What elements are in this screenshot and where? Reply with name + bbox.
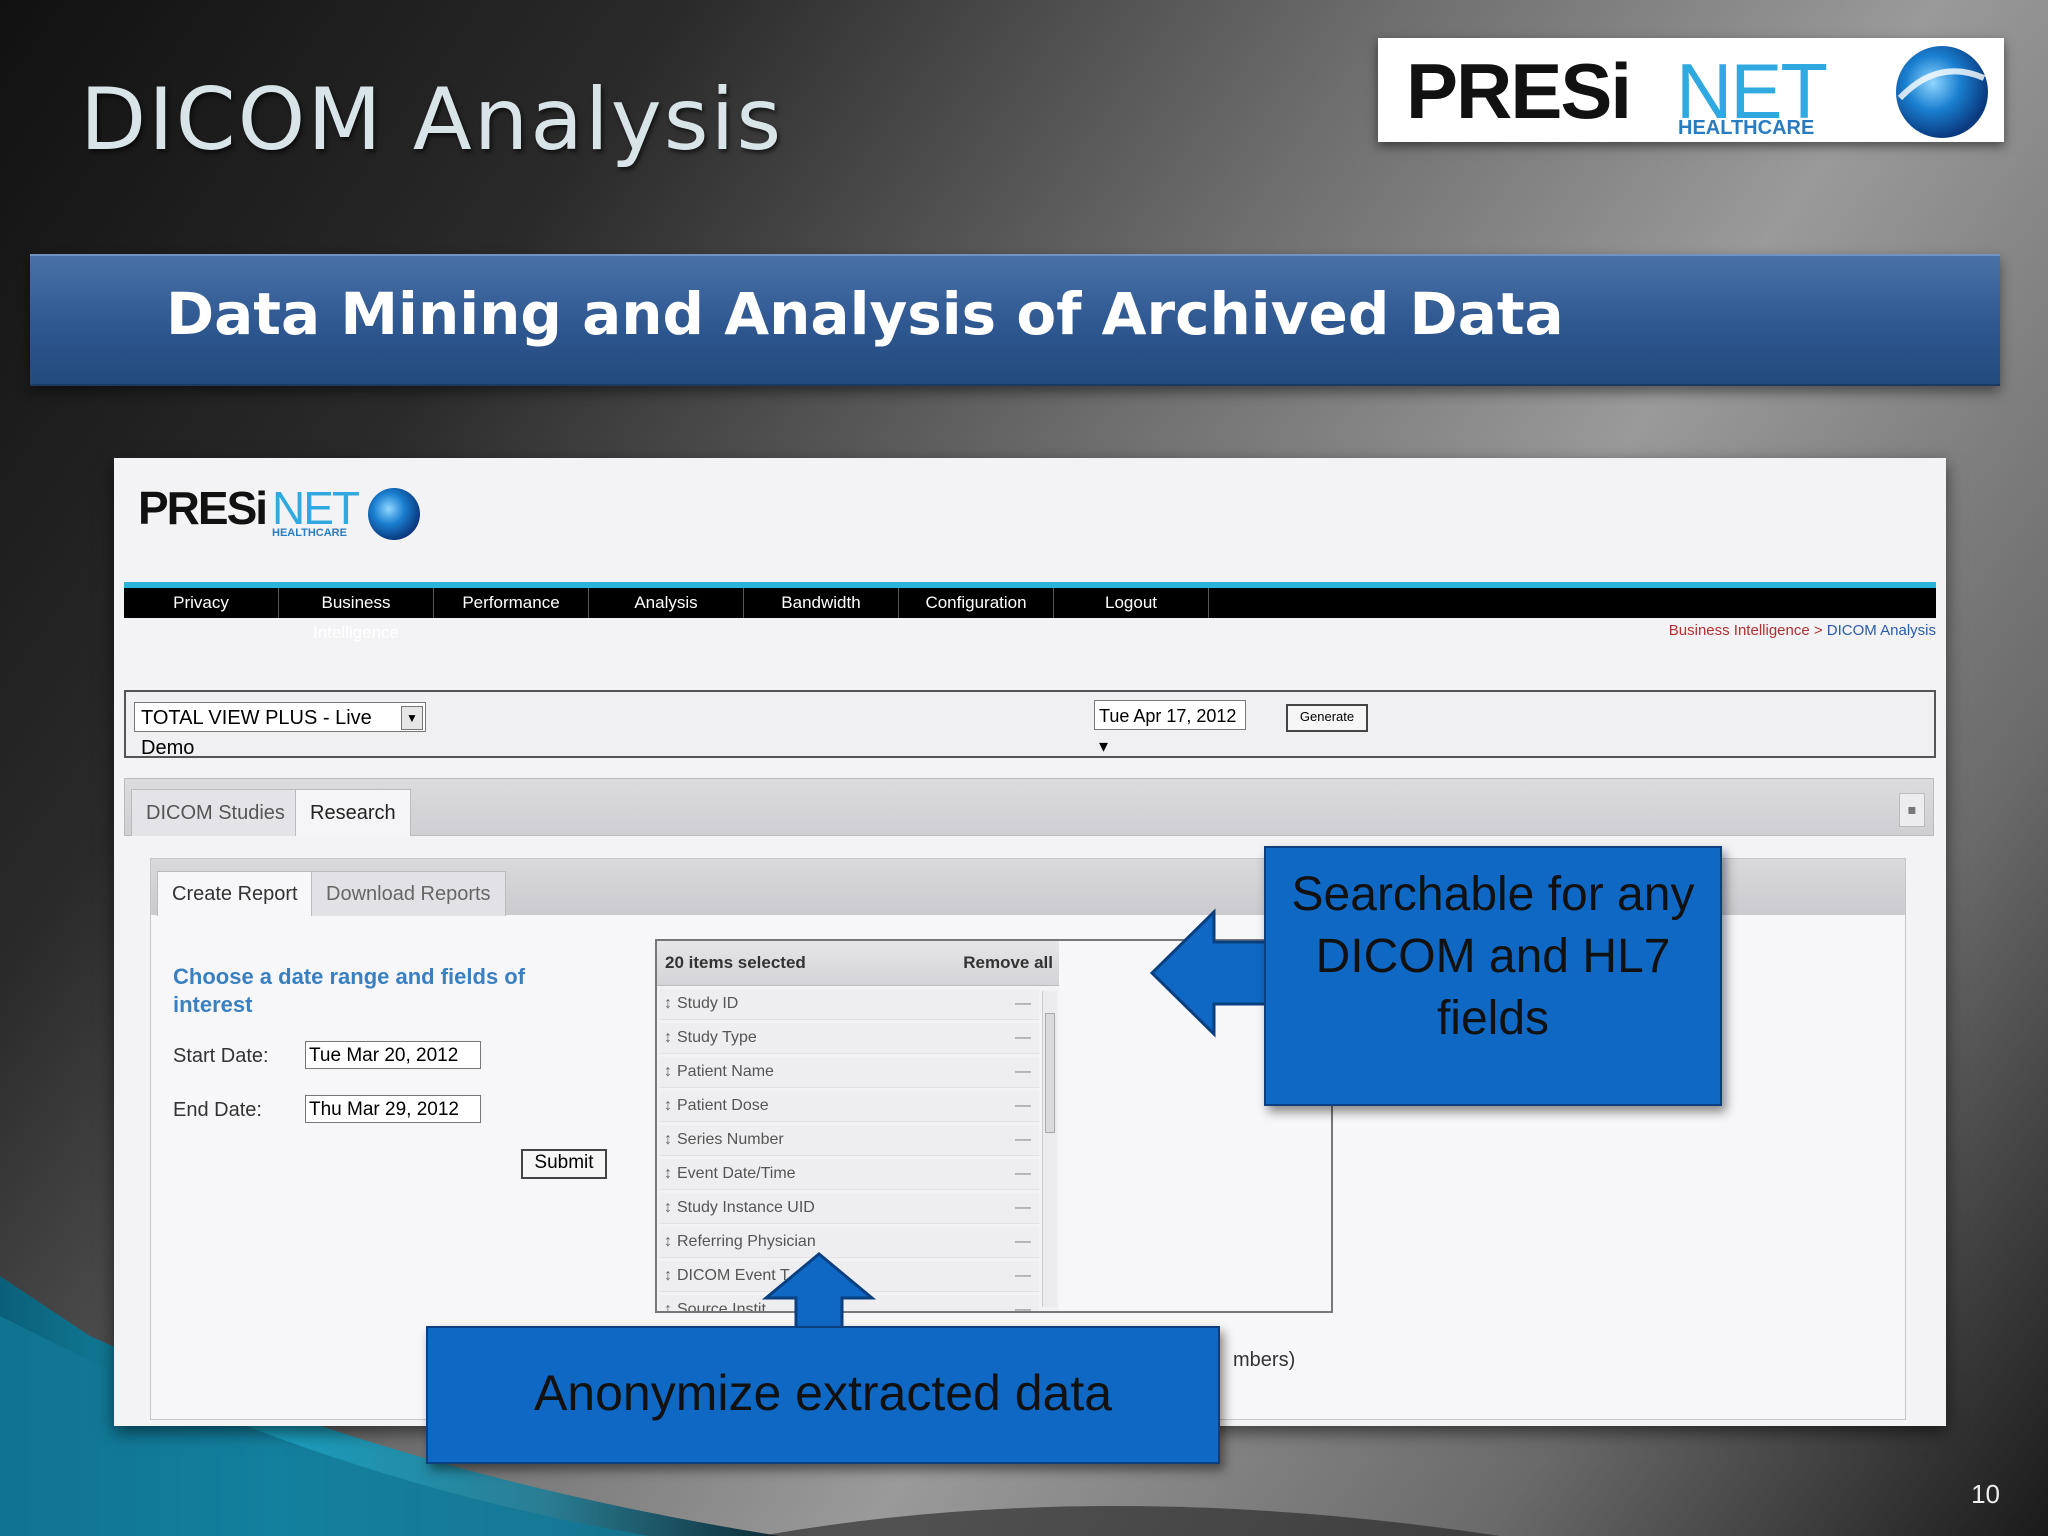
- end-date-input[interactable]: Thu Mar 29, 2012: [305, 1095, 481, 1123]
- list-header: 20 items selected Remove all: [657, 941, 1061, 986]
- callout-searchable: Searchable for any DICOM and HL7 fields: [1264, 846, 1722, 1106]
- list-item[interactable]: ↕ Event Date/Time —: [659, 1159, 1039, 1190]
- remove-item-icon[interactable]: —: [1015, 1261, 1031, 1291]
- list-item[interactable]: ↕ Patient Dose —: [659, 1091, 1039, 1122]
- start-date-label: Start Date:: [173, 1045, 269, 1067]
- end-date-label: End Date:: [173, 1099, 262, 1121]
- tab-research[interactable]: Research: [295, 789, 411, 836]
- subtab-create-report[interactable]: Create Report: [157, 871, 313, 916]
- submit-button[interactable]: Submit: [521, 1149, 607, 1179]
- drag-handle-icon[interactable]: ↕: [659, 1159, 677, 1189]
- breadcrumb-parent[interactable]: Business Intelligence: [1669, 622, 1810, 639]
- tab-dicom-studies[interactable]: DICOM Studies: [131, 789, 300, 836]
- partial-text: mbers): [1233, 1349, 1296, 1371]
- remove-item-icon[interactable]: —: [1015, 1057, 1031, 1087]
- date-picker[interactable]: Tue Apr 17, 2012 ▾: [1094, 700, 1246, 756]
- presinet-logo-graphic: PRESi NET HEALTHCARE: [1406, 46, 1988, 139]
- app-logo-presi: PRESi: [138, 482, 266, 534]
- remove-item-icon[interactable]: —: [1015, 1091, 1031, 1121]
- section-banner: Data Mining and Analysis of Archived Dat…: [30, 254, 2000, 386]
- subtab-download-reports[interactable]: Download Reports: [311, 871, 506, 916]
- app-logo: PRESi NET HEALTHCARE: [138, 482, 420, 540]
- nav-analysis[interactable]: Analysis: [589, 588, 744, 618]
- choose-date-range-label: Choose a date range and fields of intere…: [173, 964, 526, 1017]
- callout-anonymize: Anonymize extracted data: [426, 1326, 1220, 1464]
- remove-item-icon[interactable]: —: [1015, 1023, 1031, 1053]
- date-picker-arrow-icon[interactable]: ▾: [1099, 736, 1108, 756]
- remove-item-icon[interactable]: —: [1015, 1193, 1031, 1223]
- breadcrumb: Business Intelligence > DICOM Analysis: [1669, 622, 1936, 639]
- breadcrumb-separator: >: [1809, 622, 1827, 639]
- left-arrow-icon: [1150, 908, 1274, 1038]
- nav-configuration[interactable]: Configuration: [899, 588, 1054, 618]
- dropdown-arrow-icon[interactable]: ▼: [401, 706, 423, 730]
- selected-count: 20 items selected: [665, 953, 806, 972]
- generate-button[interactable]: Generate: [1286, 704, 1368, 732]
- drag-handle-icon[interactable]: ↕: [659, 1125, 677, 1155]
- list-item[interactable]: ↕ Series Number —: [659, 1125, 1039, 1156]
- slide-title: DICOM Analysis: [80, 70, 784, 170]
- drag-handle-icon[interactable]: ↕: [659, 1023, 677, 1053]
- list-item[interactable]: ↕ Study ID —: [659, 989, 1039, 1020]
- report-toolbar: TOTAL VIEW PLUS - Live Demo ▼ Tue Apr 17…: [124, 690, 1936, 759]
- remove-item-icon[interactable]: —: [1015, 989, 1031, 1019]
- date-picker-value: Tue Apr 17, 2012: [1099, 706, 1237, 726]
- callout-searchable-text: Searchable for any DICOM and HL7 fields: [1291, 868, 1695, 1045]
- callout-anonymize-text: Anonymize extracted data: [533, 1365, 1113, 1421]
- nav-privacy[interactable]: Privacy: [124, 588, 279, 618]
- up-arrow-icon: [762, 1252, 876, 1332]
- drag-handle-icon[interactable]: ↕: [659, 989, 677, 1019]
- drag-handle-icon[interactable]: ↕: [659, 1261, 677, 1291]
- drag-handle-icon[interactable]: ↕: [659, 1091, 677, 1121]
- start-date-input[interactable]: Tue Mar 20, 2012: [305, 1041, 481, 1069]
- remove-item-icon[interactable]: —: [1015, 1295, 1031, 1311]
- nav-performance[interactable]: Performance: [434, 588, 589, 618]
- main-nav: Privacy Business Intelligence Performanc…: [124, 582, 1936, 642]
- logo-healthcare-text: HEALTHCARE: [1678, 117, 1814, 139]
- site-select-value: TOTAL VIEW PLUS - Live Demo: [141, 707, 372, 759]
- list-item[interactable]: ↕ Patient Name —: [659, 1057, 1039, 1088]
- drag-handle-icon[interactable]: ↕: [659, 1057, 677, 1087]
- presinet-logo: PRESi NET HEALTHCARE: [1378, 38, 2004, 142]
- app-logo-healthcare: HEALTHCARE: [272, 527, 347, 539]
- list-scrollbar[interactable]: [1042, 991, 1057, 1307]
- site-select[interactable]: TOTAL VIEW PLUS - Live Demo ▼: [134, 702, 426, 759]
- breadcrumb-current: DICOM Analysis: [1826, 622, 1936, 639]
- list-item[interactable]: ↕ Study Type —: [659, 1023, 1039, 1054]
- nav-bandwidth[interactable]: Bandwidth: [744, 588, 899, 618]
- drag-handle-icon[interactable]: ↕: [659, 1227, 677, 1257]
- logo-presi-text: PRESi: [1406, 47, 1630, 135]
- nav-logout[interactable]: Logout: [1054, 588, 1209, 618]
- page-number: 10: [1971, 1479, 2000, 1509]
- main-tabs: DICOM Studies Research ▪: [124, 778, 1934, 836]
- app-globe-icon: [368, 488, 420, 540]
- drag-handle-icon[interactable]: ↕: [659, 1193, 677, 1223]
- drag-handle-icon[interactable]: ↕: [659, 1295, 677, 1311]
- remove-item-icon[interactable]: —: [1015, 1159, 1031, 1189]
- nav-business-intelligence[interactable]: Business Intelligence: [279, 588, 434, 642]
- banner-text: Data Mining and Analysis of Archived Dat…: [166, 280, 1564, 348]
- scrollbar-thumb[interactable]: [1045, 1013, 1055, 1133]
- lock-icon[interactable]: ▪: [1899, 793, 1925, 827]
- remove-item-icon[interactable]: —: [1015, 1227, 1031, 1257]
- remove-item-icon[interactable]: —: [1015, 1125, 1031, 1155]
- list-item[interactable]: ↕ Study Instance UID —: [659, 1193, 1039, 1224]
- remove-all-link[interactable]: Remove all: [963, 953, 1053, 973]
